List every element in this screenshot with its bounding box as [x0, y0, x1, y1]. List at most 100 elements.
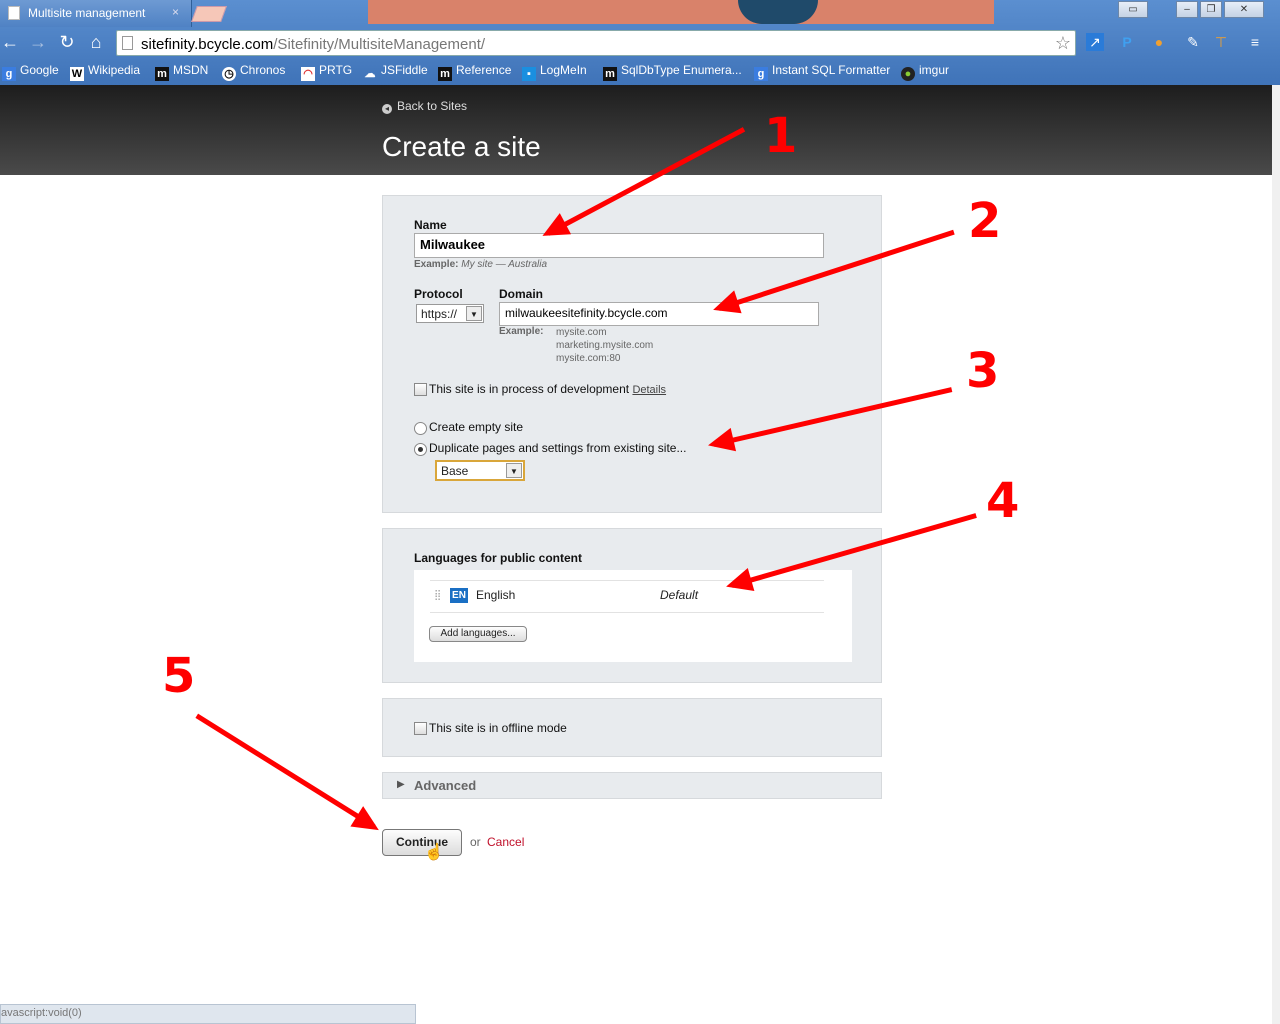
tab-close-icon[interactable]: ×	[172, 5, 179, 19]
new-tab-button[interactable]	[191, 6, 227, 22]
bookmark-star-icon[interactable]: ☆	[1055, 33, 1071, 54]
source-site-select[interactable]: Base ▼	[435, 460, 525, 481]
continue-button[interactable]: Continue	[382, 829, 462, 856]
logmein-icon: ▪	[522, 67, 536, 81]
page-title: Create a site	[382, 131, 541, 162]
tab-strip: Multisite management × ▭ – ❐ ✕	[0, 0, 1280, 27]
back-arrow-icon[interactable]: ←	[0, 32, 20, 52]
wikipedia-icon: W	[70, 67, 84, 81]
create-empty-radio[interactable]	[414, 422, 427, 435]
sqldbtype-icon: m	[603, 67, 617, 81]
bookmark-sqldbtype[interactable]: m SqlDbType Enumera...	[603, 63, 742, 81]
cancel-link[interactable]: Cancel	[487, 835, 524, 849]
bookmark-sql-formatter[interactable]: g Instant SQL Formatter	[754, 63, 890, 81]
details-link[interactable]: Details	[632, 384, 666, 396]
annotation-arrow-5	[195, 713, 376, 829]
bookmark-chronos[interactable]: ◷ Chronos	[222, 63, 285, 81]
status-bar: avascript:void(0)	[0, 1004, 416, 1024]
duplicate-label: Duplicate pages and settings from existi…	[429, 441, 687, 455]
back-to-sites-label: Back to Sites	[397, 99, 468, 113]
extension-hammer-icon[interactable]: ⊤	[1212, 33, 1230, 51]
protocol-select[interactable]: https://▼	[416, 304, 484, 323]
domain-example-2: marketing.mysite.com	[556, 340, 654, 351]
chevron-down-icon: ▼	[506, 463, 522, 478]
languages-heading: Languages for public content	[414, 551, 583, 565]
extension-arrow-icon[interactable]: ↗	[1086, 33, 1104, 51]
browser-chrome: Multisite management × ▭ – ❐ ✕ ← → ↻ ⌂ s…	[0, 0, 1280, 85]
drag-handle-icon[interactable]: ⣿	[434, 590, 441, 601]
back-arrow-circle-icon: ◂	[382, 104, 392, 114]
name-label: Name	[414, 218, 447, 232]
domain-example-prefix: Example:	[499, 326, 544, 337]
duplicate-radio[interactable]	[414, 443, 427, 456]
bookmark-prtg[interactable]: ◠ PRTG	[301, 63, 352, 81]
name-input[interactable]: Milwaukee	[414, 233, 824, 258]
imgur-icon: ●	[901, 67, 915, 81]
annotation-number-5: 5	[162, 648, 196, 704]
menu-icon[interactable]: ≡	[1246, 33, 1264, 51]
clock-icon: ◷	[222, 67, 236, 81]
restore-window-icon[interactable]: ❐	[1200, 1, 1222, 18]
gauge-icon: ◠	[301, 67, 315, 81]
reload-icon[interactable]: ↻	[57, 32, 77, 52]
formatter-icon: g	[754, 67, 768, 81]
bookmark-imgur[interactable]: ● imgur	[901, 63, 949, 81]
chevron-down-icon: ▼	[466, 306, 482, 321]
language-row[interactable]: ⣿ EN English Default	[430, 580, 824, 613]
language-code-badge: EN	[450, 588, 468, 603]
language-name: English	[476, 588, 516, 602]
or-text: or	[470, 835, 481, 849]
extension-p-icon[interactable]: P	[1118, 33, 1136, 51]
window-restore-side-icon[interactable]: ▭	[1118, 1, 1148, 18]
url-text: sitefinity.bcycle.com/Sitefinity/Multisi…	[141, 36, 486, 53]
domain-example-1: mysite.com	[556, 327, 607, 338]
browser-toolbar: ← → ↻ ⌂ sitefinity.bcycle.com/Sitefinity…	[0, 27, 1280, 59]
name-example: Example: My site — Australia	[414, 259, 548, 270]
advanced-section[interactable]: ▶ Advanced	[382, 772, 882, 799]
development-label: This site is in process of development D…	[429, 382, 667, 396]
create-empty-label: Create empty site	[429, 420, 524, 434]
bookmark-reference[interactable]: m Reference	[438, 63, 511, 81]
reference-icon: m	[438, 67, 452, 81]
bookmark-jsfiddle[interactable]: ☁ JSFiddle	[363, 63, 428, 81]
address-bar[interactable]: sitefinity.bcycle.com/Sitefinity/Multisi…	[116, 30, 1076, 56]
extension-cookie-icon[interactable]: ●	[1150, 33, 1168, 51]
extension-pen-icon[interactable]: ✎	[1184, 33, 1202, 51]
tab-multisite-management[interactable]: Multisite management ×	[0, 0, 192, 27]
minimize-window-icon[interactable]: –	[1176, 1, 1198, 18]
msdn-icon: m	[155, 67, 169, 81]
page-favicon-icon	[8, 6, 20, 20]
close-window-icon[interactable]: ✕	[1224, 1, 1264, 18]
annotation-number-3: 3	[966, 343, 1000, 399]
tab-title: Multisite management	[28, 6, 146, 20]
protocol-label: Protocol	[414, 287, 463, 301]
offline-panel: This site is in offline mode	[382, 698, 882, 757]
domain-input[interactable]: milwaukeesitefinity.bcycle.com	[499, 302, 819, 326]
back-to-sites-link[interactable]: ◂ Back to Sites	[382, 99, 467, 114]
domain-label: Domain	[499, 287, 544, 301]
cloud-icon: ☁	[364, 68, 376, 80]
annotation-number-4: 4	[986, 473, 1020, 529]
development-checkbox[interactable]	[414, 383, 427, 396]
bookmark-logmein[interactable]: ▪ LogMeIn	[522, 63, 587, 81]
home-icon[interactable]: ⌂	[86, 32, 106, 52]
bookmarks-bar: g Google W Wikipedia m MSDN ◷ Chronos ◠ PRTG …	[0, 59, 1280, 83]
bookmark-msdn[interactable]: m MSDN	[155, 63, 208, 81]
page-icon	[122, 36, 133, 50]
domain-example-3: mysite.com:80	[556, 353, 621, 364]
offline-label: This site is in offline mode	[429, 721, 567, 735]
page-header	[0, 85, 1272, 175]
bookmark-wikipedia[interactable]: W Wikipedia	[70, 63, 140, 81]
page-scrollbar[interactable]	[1272, 85, 1280, 1024]
forward-arrow-icon[interactable]: →	[28, 32, 48, 52]
google-icon: g	[2, 67, 16, 81]
offline-checkbox[interactable]	[414, 722, 427, 735]
languages-panel: Languages for public content ⣿ EN Englis…	[382, 528, 882, 683]
languages-list: ⣿ EN English Default Add languages...	[414, 570, 852, 662]
add-languages-button[interactable]: Add languages...	[429, 626, 527, 642]
site-settings-panel: Name Milwaukee Example: My site — Austra…	[382, 195, 882, 513]
bookmark-google[interactable]: g Google	[2, 63, 59, 81]
cursor-hand-icon: ☝	[424, 844, 444, 861]
advanced-label: Advanced	[414, 778, 477, 793]
theme-background-art	[368, 0, 994, 24]
